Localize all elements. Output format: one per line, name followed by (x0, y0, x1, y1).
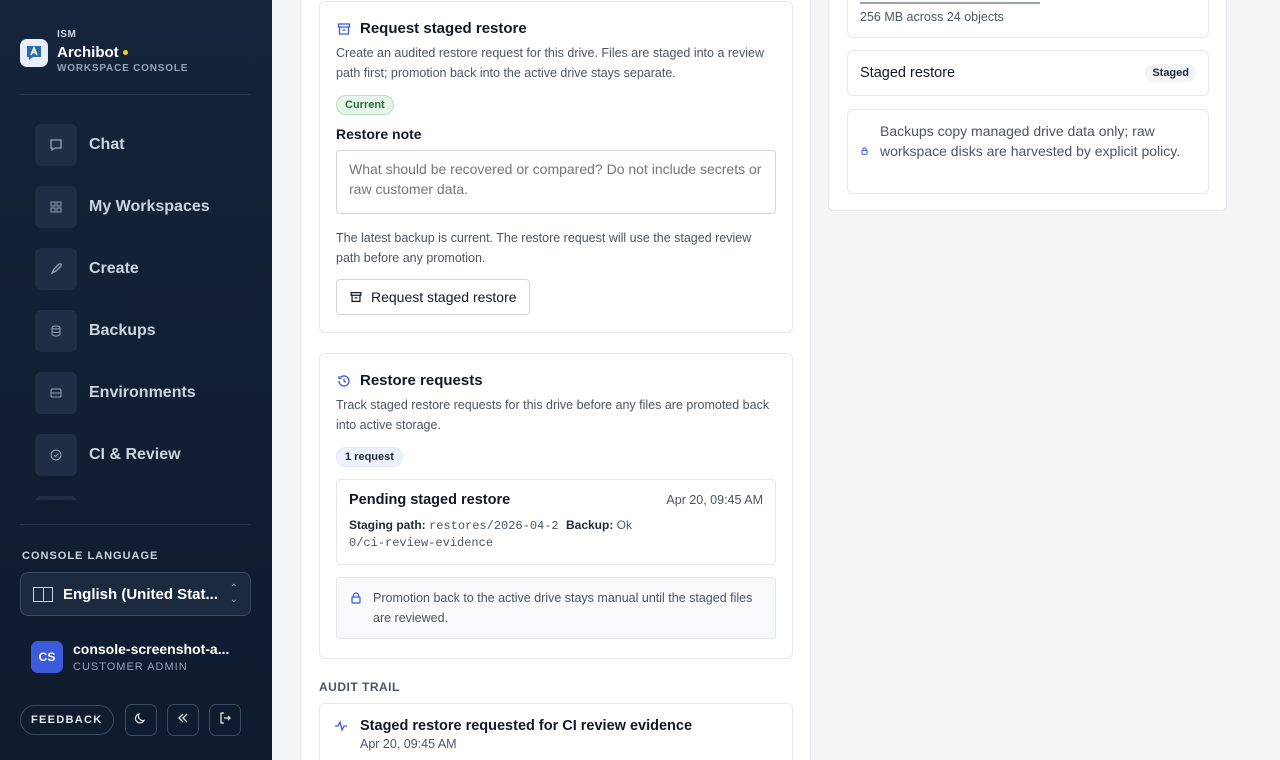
card-description: Track staged restore requests for this d… (336, 398, 770, 432)
policy-note: Backups copy managed drive data only; ra… (847, 109, 1209, 194)
book-icon (33, 586, 53, 602)
lock-icon (860, 146, 869, 156)
staging-path-value: restores/2026-04-2 (429, 519, 559, 533)
grid-icon (35, 186, 77, 228)
audit-entry-time: Apr 20, 09:45 AM (360, 737, 457, 751)
brand-name: Archibot (57, 44, 119, 61)
promotion-note: Promotion back to the active drive stays… (336, 577, 776, 639)
moon-icon (134, 711, 148, 730)
request-staged-restore-button[interactable]: Request staged restore (336, 279, 530, 315)
language-value: English (United Stat... (63, 585, 219, 603)
status-dot (122, 50, 128, 55)
request-count-badge: 1 request (336, 447, 403, 467)
nav-item-environments[interactable]: Environments (20, 362, 251, 424)
backup-size: 256 MB across 24 objects (860, 10, 1004, 24)
request-restore-card: Request staged restore Create an audited… (319, 1, 793, 333)
status-badge: Current (336, 95, 394, 115)
nav-label: Chat (89, 136, 125, 153)
lock-icon (349, 591, 363, 628)
logout-button[interactable] (208, 704, 241, 736)
audit-entry[interactable]: Staged restore requested for CI review e… (319, 703, 793, 760)
nav-item-ci-review[interactable]: CI & Review (20, 424, 251, 486)
nav-label: CI & Review (89, 446, 181, 463)
database-icon (35, 310, 77, 352)
cut-off-title (860, 0, 1060, 5)
divider (20, 94, 251, 95)
button-label: Request staged restore (371, 289, 517, 305)
restore-note-field[interactable] (336, 150, 776, 214)
activity-icon (334, 719, 348, 751)
feedback-button[interactable]: FEEDBACK (20, 705, 114, 735)
nav-item-create[interactable]: Create (20, 238, 251, 300)
sidebar-nav: Chat My Workspaces Create Backups Enviro… (20, 114, 251, 500)
backup-size-item: 256 MB across 24 objects (847, 0, 1209, 38)
audit-trail-heading: AUDIT TRAIL (319, 680, 400, 694)
nav-label: My Workspaces (89, 198, 210, 215)
user-profile[interactable]: CS console-screenshot-a... CUSTOMER ADMI… (31, 641, 241, 673)
check-circle-icon (35, 434, 77, 476)
sidebar-footer: FEEDBACK (20, 704, 251, 736)
language-heading: CONSOLE LANGUAGE (22, 550, 159, 562)
archive-icon (349, 290, 363, 304)
staged-badge: Staged (1145, 64, 1196, 82)
restore-note-label: Restore note (336, 126, 422, 142)
nav-item-my-workspaces[interactable]: My Workspaces (20, 176, 251, 238)
nav-label: Create (89, 260, 139, 277)
audit-entry-title: Staged restore requested for CI review e… (360, 718, 693, 734)
nav-label: Backups (89, 322, 156, 339)
staged-restore-label: Staged restore (860, 65, 956, 81)
card-description: Create an audited restore request for th… (336, 46, 764, 80)
request-title: Pending staged restore (349, 492, 511, 508)
promotion-note-text: Promotion back to the active drive stays… (373, 591, 753, 625)
card-title: Restore requests (360, 372, 483, 389)
backup-label: Backup: (565, 518, 614, 532)
language-select[interactable]: English (United Stat... ⌃ ⌄ (20, 572, 251, 616)
staged-restore-item[interactable]: Staged restore Staged (847, 50, 1209, 96)
chat-icon (35, 124, 77, 166)
restore-request-item[interactable]: Pending staged restore Apr 20, 09:45 AM … (336, 479, 776, 565)
brand-subtitle: WORKSPACE CONSOLE (57, 63, 189, 74)
logout-icon (218, 711, 232, 730)
sidebar: ISM Archibot WORKSPACE CONSOLE Chat My W… (0, 0, 272, 760)
restore-requests-card: Restore requests Track staged restore re… (319, 353, 793, 659)
collapse-sidebar-button[interactable] (166, 704, 199, 736)
chevrons-left-icon (176, 711, 190, 730)
divider (20, 524, 251, 525)
archive-icon (336, 21, 352, 37)
rocket-icon (35, 248, 77, 290)
archibot-logo-icon (20, 39, 48, 67)
request-time: Apr 20, 09:45 AM (666, 493, 763, 507)
chevron-updown-icon: ⌃ ⌄ (229, 583, 238, 605)
avatar: CS (31, 641, 63, 673)
brand-org: ISM (57, 29, 77, 40)
user-role: CUSTOMER ADMIN (73, 661, 188, 673)
server-icon (35, 372, 77, 414)
nav-label: Environments (89, 384, 196, 401)
theme-toggle-button[interactable] (124, 704, 157, 736)
staging-path-label: Staging path: (349, 518, 426, 532)
card-title: Request staged restore (360, 20, 527, 37)
history-icon (336, 373, 352, 389)
staging-path-value-cont: 0/ci-review-evidence (349, 536, 494, 550)
restore-info-text: The latest backup is current. The restor… (336, 231, 752, 265)
policy-note-text: Backups copy managed drive data only; ra… (880, 123, 1181, 159)
nav-icon (35, 496, 77, 500)
brand[interactable]: ISM Archibot WORKSPACE CONSOLE (20, 30, 188, 74)
nav-item-chat[interactable]: Chat (20, 114, 251, 176)
nav-item-partial[interactable] (20, 486, 251, 500)
backup-value: Ok (616, 518, 633, 532)
nav-item-backups[interactable]: Backups (20, 300, 251, 362)
user-name: console-screenshot-a... (73, 641, 230, 657)
